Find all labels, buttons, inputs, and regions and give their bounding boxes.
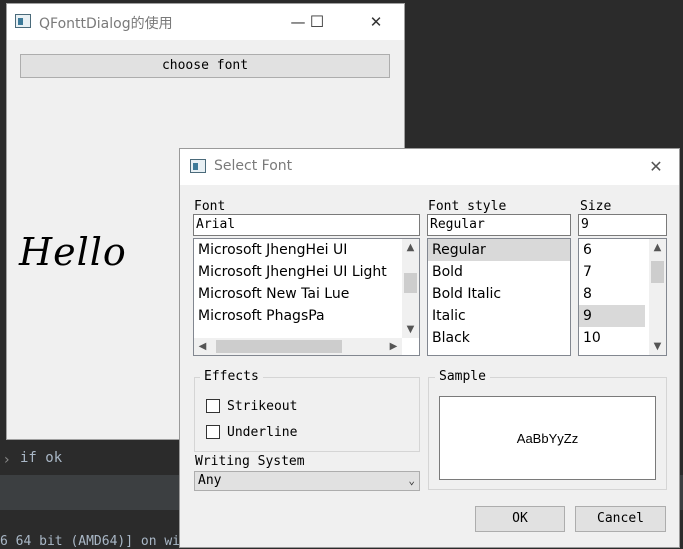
font-list[interactable]: Microsoft JhengHei UI Microsoft JhengHei… [193, 238, 420, 356]
scroll-thumb[interactable] [216, 340, 342, 353]
close-icon[interactable]: ✕ [361, 10, 391, 34]
dialog-titlebar[interactable]: Select Font ✕ [180, 149, 679, 185]
underline-checkbox[interactable] [206, 425, 220, 439]
chevron-down-icon[interactable]: ▼ [649, 338, 666, 355]
dialog-title: Select Font [214, 158, 293, 174]
chevron-right-icon[interactable]: ▶ [385, 338, 402, 355]
scroll-thumb[interactable] [651, 261, 664, 283]
main-window-title: QFonttDialog的使用 [39, 16, 173, 32]
close-icon[interactable]: ✕ [641, 155, 671, 179]
strikeout-checkbox[interactable] [206, 399, 220, 413]
writing-system-select[interactable]: Any ⌄ [194, 471, 420, 491]
chevron-up-icon[interactable]: ▲ [402, 239, 419, 256]
sample-label: Sample [435, 369, 490, 384]
sample-text: AaBbYyZz [516, 430, 579, 446]
font-list-vscrollbar[interactable]: ▲ ▼ [402, 239, 419, 338]
writing-system-label: Writing System [195, 454, 305, 469]
list-item[interactable]: Microsoft New Tai Lue [194, 283, 419, 305]
app-icon [15, 14, 31, 28]
ide-console-line: 6 64 bit (AMD64)] on win32 [0, 534, 204, 549]
strikeout-label[interactable]: Strikeout [227, 399, 297, 414]
scroll-thumb[interactable] [404, 273, 417, 293]
list-item[interactable]: 6 [579, 239, 649, 261]
underline-label[interactable]: Underline [227, 425, 297, 440]
list-item[interactable]: Bold Italic [428, 283, 570, 305]
size-list[interactable]: 6 7 8 9 10 ▲ ▼ [578, 238, 667, 356]
writing-system-value: Any [198, 473, 222, 488]
hello-label: Hello [19, 230, 127, 274]
font-label: Font [194, 199, 226, 214]
chevron-up-icon[interactable]: ▲ [649, 239, 666, 256]
font-list-hscrollbar[interactable]: ◀ ▶ [194, 338, 402, 355]
font-input[interactable]: Arial [193, 214, 420, 236]
font-style-input[interactable]: Regular [427, 214, 571, 236]
list-item[interactable]: 7 [579, 261, 649, 283]
font-style-list[interactable]: Regular Bold Bold Italic Italic Black [427, 238, 571, 356]
list-item[interactable]: Microsoft JhengHei UI Light [194, 261, 419, 283]
chevron-down-icon[interactable]: ▼ [402, 321, 419, 338]
choose-font-button[interactable]: choose font [20, 54, 390, 78]
ok-button[interactable]: OK [475, 506, 565, 532]
maximize-icon[interactable]: ☐ [302, 10, 332, 34]
cancel-button[interactable]: Cancel [575, 506, 666, 532]
list-item[interactable]: Regular [428, 239, 570, 261]
ide-code-line: if ok [20, 450, 63, 466]
size-input[interactable]: 9 [578, 214, 667, 236]
chevron-left-icon[interactable]: ◀ [194, 338, 211, 355]
sample-preview: AaBbYyZz [439, 396, 656, 480]
list-item[interactable]: Italic [428, 305, 570, 327]
select-font-dialog: Select Font ✕ Font Arial Microsoft Jheng… [179, 148, 680, 548]
app-icon [190, 159, 206, 173]
list-item[interactable]: 9 [579, 305, 645, 327]
list-item[interactable]: Microsoft PhagsPa [194, 305, 419, 327]
effects-group [194, 377, 420, 452]
chevron-right-icon: › [4, 452, 10, 468]
effects-label: Effects [200, 369, 263, 384]
list-item[interactable]: 10 [579, 327, 649, 349]
size-label: Size [580, 199, 612, 214]
list-item[interactable]: 8 [579, 283, 649, 305]
list-item[interactable]: Bold [428, 261, 570, 283]
chevron-down-icon: ⌄ [408, 474, 415, 487]
list-item[interactable]: Black [428, 327, 570, 349]
list-item[interactable]: Microsoft JhengHei UI [194, 239, 419, 261]
size-list-vscrollbar[interactable]: ▲ ▼ [649, 239, 666, 355]
main-titlebar[interactable]: QFonttDialog的使用 — ☐ ✕ [7, 4, 404, 40]
font-style-label: Font style [428, 199, 507, 214]
